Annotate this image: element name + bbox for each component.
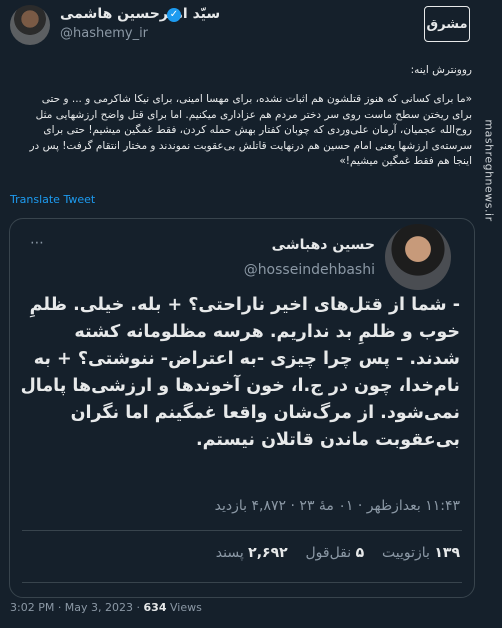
retweets-label: بازتوییت [381, 545, 430, 561]
quotes-stat[interactable]: ۵ نقل‌قول [305, 545, 364, 561]
quote-author-avatar[interactable] [385, 224, 451, 290]
author-name[interactable]: سیّد امیرحسین هاشمی [60, 6, 220, 22]
logo-text: مشرق [426, 16, 468, 32]
translate-tweet-link[interactable]: Translate Tweet [10, 193, 95, 206]
retweets-stat[interactable]: ۱۳۹ بازتوییت [382, 545, 460, 561]
divider [22, 530, 462, 531]
quote-text: - شما از قتل‌های اخیر ناراحتی؟ + بله. خی… [20, 295, 460, 450]
watermark: mashreghnews.ir [478, 60, 500, 280]
tweet-footer-meta: 3:02 PM · May 3, 2023 · 634 Views [10, 601, 202, 614]
divider [22, 582, 462, 583]
watermark-text: mashreghnews.ir [482, 118, 496, 222]
quote-author-handle[interactable]: @hosseindehbashi [220, 262, 375, 278]
quote-meta: ۱۱:۴۳ بعدازظهر · ۰۱ مهٔ ۲۳ · ۴,۸۷۲ بازدی… [214, 498, 460, 514]
author-avatar[interactable] [10, 5, 50, 45]
tweet-body: «ما برای کسانی که هنوز قتلشون هم اثبات ن… [29, 93, 472, 167]
more-options-icon[interactable]: ⋯ [30, 235, 44, 251]
tweet-timestamp[interactable]: 3:02 PM · May 3, 2023 · [10, 601, 144, 614]
quote-author-name[interactable]: حسین دهباشی [260, 237, 375, 253]
likes-stat[interactable]: ۲,۶۹۲ پسند [216, 545, 288, 561]
tweet-intro: روونترش اینه: [410, 64, 472, 76]
likes-label: پسند [215, 545, 244, 561]
views-count: 634 [143, 601, 167, 614]
likes-count: ۲,۶۹۲ [248, 545, 288, 561]
author-handle[interactable]: @hashemy_ir [60, 26, 148, 41]
views-label: Views [166, 601, 202, 614]
quotes-label: نقل‌قول [305, 545, 352, 561]
quote-stats: ۱۳۹ بازتوییت ۵ نقل‌قول ۲,۶۹۲ پسند [20, 545, 460, 561]
mashregh-logo: مشرق [424, 6, 470, 42]
verified-badge-icon: ✓ [167, 8, 181, 22]
retweets-count: ۱۳۹ [434, 545, 460, 561]
quotes-count: ۵ [355, 545, 365, 561]
